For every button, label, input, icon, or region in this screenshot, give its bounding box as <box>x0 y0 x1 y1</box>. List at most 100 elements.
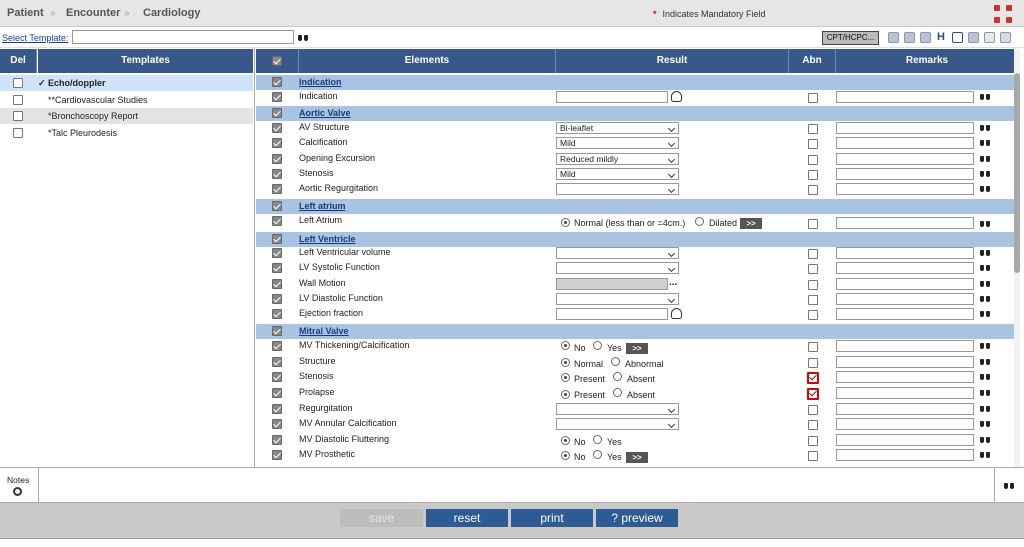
cpt-hcpc-button[interactable]: CPT/HCPC... <box>822 31 879 45</box>
binoculars-icon[interactable] <box>980 450 990 459</box>
binoculars-icon[interactable] <box>298 33 308 42</box>
remarks-input[interactable] <box>836 217 974 229</box>
no-radio[interactable] <box>561 451 570 460</box>
result-select[interactable]: Reduced mildly <box>556 153 679 165</box>
abn-checkbox[interactable] <box>808 155 818 165</box>
remarks-input[interactable] <box>836 168 974 180</box>
row-checkbox[interactable] <box>272 435 282 445</box>
normal-radio[interactable] <box>561 218 570 227</box>
template-delete-checkbox[interactable] <box>13 111 23 121</box>
row-checkbox[interactable] <box>272 169 282 179</box>
select-all-header[interactable] <box>256 49 299 73</box>
binoculars-icon[interactable] <box>980 92 990 101</box>
row-checkbox[interactable] <box>272 419 282 429</box>
yes-radio[interactable] <box>593 341 602 350</box>
row-checkbox[interactable] <box>272 154 282 164</box>
remarks-input[interactable] <box>836 153 974 165</box>
abn-checkbox[interactable] <box>808 342 818 352</box>
remarks-input[interactable] <box>836 122 974 134</box>
binoculars-icon[interactable] <box>980 219 990 228</box>
remarks-input[interactable] <box>836 183 974 195</box>
row-checkbox[interactable] <box>272 388 282 398</box>
abn-checkbox[interactable] <box>808 295 818 305</box>
row-checkbox[interactable] <box>272 309 282 319</box>
remarks-input[interactable] <box>836 371 974 383</box>
more-button[interactable]: >> <box>626 452 648 463</box>
abn-checkbox[interactable] <box>808 358 818 368</box>
remarks-input[interactable] <box>836 403 974 415</box>
result-select[interactable] <box>556 403 679 415</box>
result-select[interactable] <box>556 183 679 195</box>
document-icon[interactable] <box>984 32 995 43</box>
binoculars-icon[interactable] <box>980 154 990 163</box>
binoculars-icon[interactable] <box>980 279 990 288</box>
section-checkbox[interactable] <box>272 234 282 244</box>
abn-checkbox[interactable] <box>807 388 819 400</box>
row-checkbox[interactable] <box>272 294 282 304</box>
result-input[interactable] <box>556 308 668 320</box>
remarks-input[interactable] <box>836 308 974 320</box>
binoculars-icon[interactable] <box>980 294 990 303</box>
present-radio[interactable] <box>561 373 570 382</box>
abn-checkbox[interactable] <box>808 420 818 430</box>
binoculars-icon[interactable] <box>980 169 990 178</box>
remarks-input[interactable] <box>836 293 974 305</box>
remarks-input[interactable] <box>836 418 974 430</box>
select-template-link[interactable]: Select Template: <box>2 33 68 43</box>
toolbar-icon-1[interactable] <box>888 32 899 43</box>
binoculars-icon[interactable] <box>980 341 990 350</box>
remarks-input[interactable] <box>836 262 974 274</box>
row-checkbox[interactable] <box>272 138 282 148</box>
result-select[interactable] <box>556 418 679 430</box>
row-checkbox[interactable] <box>272 372 282 382</box>
reset-button[interactable]: reset <box>426 509 508 527</box>
remarks-input[interactable] <box>836 137 974 149</box>
more-options-button[interactable]: ... <box>669 278 677 288</box>
binoculars-icon[interactable] <box>980 123 990 132</box>
section-checkbox[interactable] <box>272 108 282 118</box>
remarks-input[interactable] <box>836 434 974 446</box>
absent-radio[interactable] <box>613 388 622 397</box>
row-checkbox[interactable] <box>272 263 282 273</box>
remarks-input[interactable] <box>836 340 974 352</box>
breadcrumb-patient[interactable]: Patient <box>7 7 44 19</box>
more-button[interactable]: >> <box>626 343 648 354</box>
row-checkbox[interactable] <box>272 404 282 414</box>
dilated-radio[interactable] <box>695 217 704 226</box>
row-checkbox[interactable] <box>272 341 282 351</box>
template-delete-checkbox[interactable] <box>13 95 23 105</box>
binoculars-icon[interactable] <box>980 419 990 428</box>
binoculars-icon[interactable] <box>980 357 990 366</box>
remarks-input[interactable] <box>836 356 974 368</box>
section-checkbox[interactable] <box>272 201 282 211</box>
row-checkbox[interactable] <box>272 450 282 460</box>
expand-icon[interactable] <box>994 5 1012 23</box>
row-checkbox[interactable] <box>272 184 282 194</box>
abn-checkbox[interactable] <box>808 264 818 274</box>
template-item[interactable]: ✓ Echo/doppler <box>0 75 253 91</box>
abn-checkbox[interactable] <box>808 170 818 180</box>
binoculars-icon[interactable] <box>980 435 990 444</box>
binoculars-icon[interactable] <box>980 138 990 147</box>
abn-checkbox[interactable] <box>808 310 818 320</box>
section-checkbox[interactable] <box>272 77 282 87</box>
binoculars-icon[interactable] <box>980 372 990 381</box>
abn-checkbox[interactable] <box>808 280 818 290</box>
template-delete-checkbox[interactable] <box>13 78 23 88</box>
binoculars-icon[interactable] <box>980 388 990 397</box>
row-checkbox[interactable] <box>272 357 282 367</box>
print-button[interactable]: print <box>511 509 593 527</box>
binoculars-icon[interactable] <box>1004 481 1014 490</box>
row-checkbox[interactable] <box>272 123 282 133</box>
template-search-input[interactable] <box>72 30 294 44</box>
template-item[interactable]: *Bronchoscopy Report <box>0 108 253 124</box>
remarks-input[interactable] <box>836 278 974 290</box>
binoculars-icon[interactable] <box>980 404 990 413</box>
no-radio[interactable] <box>561 436 570 445</box>
result-select[interactable] <box>556 262 679 274</box>
result-select[interactable]: Bi-leaflet <box>556 122 679 134</box>
row-checkbox[interactable] <box>272 248 282 258</box>
abn-checkbox[interactable] <box>808 436 818 446</box>
no-radio[interactable] <box>561 341 570 350</box>
remarks-input[interactable] <box>836 387 974 399</box>
